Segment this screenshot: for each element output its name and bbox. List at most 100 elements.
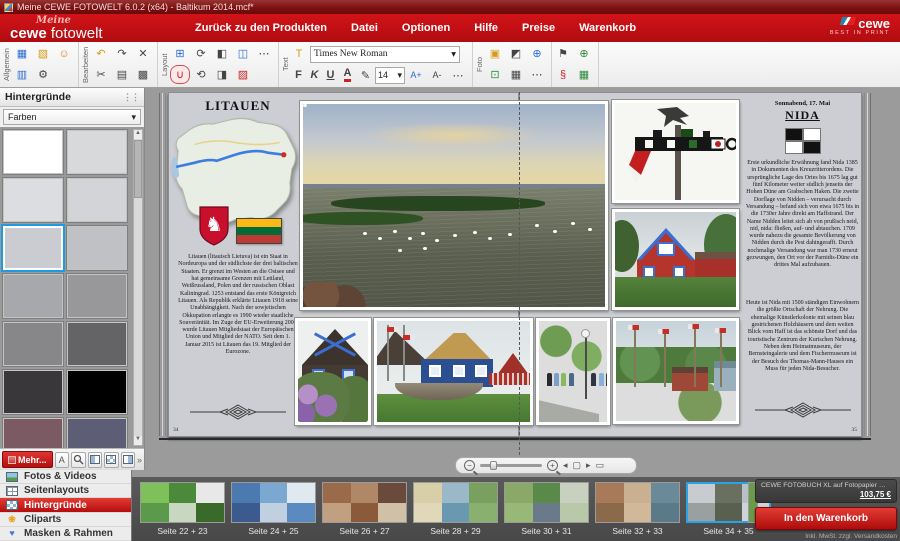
- right-page-paragraph-2[interactable]: Heute ist Nida mit 1500 ständigen Einwoh…: [745, 300, 860, 373]
- save-icon[interactable]: ▦: [12, 44, 32, 63]
- lithuania-flag[interactable]: [236, 218, 282, 244]
- canvas-area[interactable]: LITAUEN ♞ Litauen (litauisch Lietuva) is…: [145, 88, 900, 477]
- apply-both-pages-icon[interactable]: [104, 452, 119, 468]
- zoom-slider-handle[interactable]: [490, 461, 497, 470]
- color-swatch[interactable]: [3, 178, 63, 222]
- rotate-ccw-icon[interactable]: ⟲: [191, 65, 211, 84]
- nida-checker-symbol[interactable]: [785, 128, 821, 154]
- apply-right-page-icon[interactable]: [121, 452, 136, 468]
- color-swatch[interactable]: [3, 322, 63, 366]
- bold-button[interactable]: F: [291, 66, 306, 85]
- to-back-icon[interactable]: ◧: [212, 44, 232, 63]
- map-globe-icon[interactable]: ⊕: [527, 44, 547, 63]
- spiral-binding-icon[interactable]: §: [553, 65, 573, 84]
- title-bar[interactable]: Meine CEWE FOTOWELT 6.0.2 (x64) - Baltik…: [0, 0, 900, 14]
- preview-zoom-icon[interactable]: [71, 452, 86, 468]
- scroll-up-icon[interactable]: ▲: [134, 130, 142, 139]
- photo-weather-vane[interactable]: [612, 100, 739, 203]
- color-swatch[interactable]: [3, 274, 63, 318]
- left-page-text[interactable]: Litauen (litauisch Lietuva) ist ein Staa…: [178, 254, 298, 356]
- right-page-title[interactable]: NIDA: [747, 108, 858, 123]
- photo-blue-house-boat[interactable]: [374, 318, 533, 425]
- color-swatch[interactable]: [67, 274, 127, 318]
- font-size-up-button[interactable]: A+: [406, 66, 426, 85]
- menu-preise[interactable]: Preise: [522, 22, 555, 34]
- left-page-title[interactable]: LITAUEN: [180, 98, 296, 114]
- menu-back-to-products[interactable]: Zurück zu den Produkten: [195, 22, 327, 34]
- menu-warenkorb[interactable]: Warenkorb: [579, 22, 636, 34]
- filmstrip-page[interactable]: Seite 24 + 25: [231, 482, 316, 536]
- sort-icon[interactable]: A: [55, 452, 70, 468]
- layout-more-icon[interactable]: ⋯: [254, 44, 274, 63]
- photo-frame-icon[interactable]: ▣: [485, 44, 505, 63]
- insert-text-icon[interactable]: T: [291, 45, 307, 64]
- zoom-slider[interactable]: [480, 464, 542, 467]
- color-swatch[interactable]: [67, 226, 127, 270]
- layers-icon[interactable]: ◫: [233, 44, 253, 63]
- paste-icon[interactable]: ▩: [133, 65, 153, 84]
- zoom-out-icon[interactable]: −: [464, 460, 475, 471]
- photo-lagoon-swans[interactable]: [300, 101, 608, 310]
- filmstrip-page[interactable]: Seite 30 + 31: [504, 482, 589, 536]
- scroll-down-icon[interactable]: ▼: [134, 436, 142, 445]
- color-swatch[interactable]: [67, 130, 127, 174]
- font-size-down-button[interactable]: A-: [427, 66, 447, 85]
- color-swatch[interactable]: [67, 178, 127, 222]
- copy-icon[interactable]: ▤: [112, 65, 132, 84]
- account-icon[interactable]: ☺: [54, 44, 74, 63]
- text-pen-color-icon[interactable]: ✎: [357, 66, 374, 85]
- sidebar-item-masken-rahmen[interactable]: ♥ Masken & Rahmen: [0, 527, 131, 541]
- filmstrip-page[interactable]: Seite 32 + 33: [595, 482, 680, 536]
- color-swatch[interactable]: [3, 130, 63, 174]
- to-front-icon[interactable]: ◨: [212, 65, 232, 84]
- replace-image-icon[interactable]: ▨: [233, 65, 253, 84]
- world-map-icon[interactable]: ⊕: [574, 44, 594, 63]
- book-spread[interactable]: LITAUEN ♞ Litauen (litauisch Lietuva) is…: [168, 92, 862, 437]
- photo-red-house[interactable]: [612, 209, 739, 310]
- grid-icon[interactable]: ⊞: [170, 44, 190, 63]
- photo-people-walking[interactable]: [536, 318, 610, 425]
- cut-icon[interactable]: ✂: [91, 65, 111, 84]
- photo-weathervane-square[interactable]: [613, 318, 739, 424]
- underline-button[interactable]: U: [323, 66, 338, 85]
- magnet-snap-icon[interactable]: ∪: [170, 65, 190, 84]
- zoom-in-icon[interactable]: +: [547, 460, 558, 471]
- menu-hilfe[interactable]: Hilfe: [474, 22, 498, 34]
- filmstrip-page[interactable]: Seite 26 + 27: [322, 482, 407, 536]
- sidebar-item-hintergruende[interactable]: Hintergründe: [0, 498, 131, 512]
- next-page-icon[interactable]: ▸: [586, 461, 591, 470]
- italic-button[interactable]: K: [307, 66, 322, 85]
- product-price[interactable]: 103,75 €: [761, 490, 891, 499]
- font-size-select[interactable]: 14 ▾: [375, 67, 405, 84]
- font-color-button[interactable]: A: [339, 66, 356, 85]
- menu-optionen[interactable]: Optionen: [402, 22, 450, 34]
- fit-to-window-icon[interactable]: ▢: [573, 461, 582, 470]
- right-page-paragraph-1[interactable]: Erste urkundliche Erwähnung fand Nida 13…: [745, 160, 860, 270]
- filmstrip-page[interactable]: Seite 28 + 29: [413, 482, 498, 536]
- spread-view-icon[interactable]: ▭: [596, 461, 605, 470]
- scrollbar-thumb[interactable]: [134, 140, 142, 198]
- insert-image-icon[interactable]: ▦: [574, 65, 594, 84]
- photo-more-icon[interactable]: ⋯: [527, 65, 547, 84]
- delete-icon[interactable]: ✕: [133, 44, 153, 63]
- color-swatch[interactable]: [3, 226, 63, 270]
- photo-mask-icon[interactable]: ▦: [506, 65, 526, 84]
- color-swatch[interactable]: [67, 322, 127, 366]
- open-project-icon[interactable]: ▧: [33, 44, 53, 63]
- sidebar-item-cliparts[interactable]: ❀ Cliparts: [0, 513, 131, 527]
- category-select[interactable]: Farben ▾: [3, 109, 141, 125]
- footer-overflow-icon[interactable]: »: [137, 455, 142, 465]
- color-swatch[interactable]: [3, 370, 63, 414]
- sidebar-item-seitenlayouts[interactable]: Seitenlayouts: [0, 484, 131, 498]
- apply-left-page-icon[interactable]: [88, 452, 103, 468]
- rotate-cw-icon[interactable]: ⟳: [191, 44, 211, 63]
- font-family-select[interactable]: Times New Roman ▾: [310, 46, 460, 63]
- photo-dark-house-lilacs[interactable]: [295, 318, 371, 425]
- previous-page-icon[interactable]: ◂: [563, 461, 568, 470]
- add-to-cart-button[interactable]: In den Warenkorb: [755, 507, 897, 530]
- right-page-date[interactable]: Sonnabend, 17. Mai: [747, 100, 858, 107]
- text-more-icon[interactable]: ⋯: [448, 66, 468, 85]
- color-swatch[interactable]: [3, 418, 63, 448]
- panel-handle-icon[interactable]: ⋮⋮: [123, 92, 139, 103]
- save-as-icon[interactable]: ▥: [12, 65, 32, 84]
